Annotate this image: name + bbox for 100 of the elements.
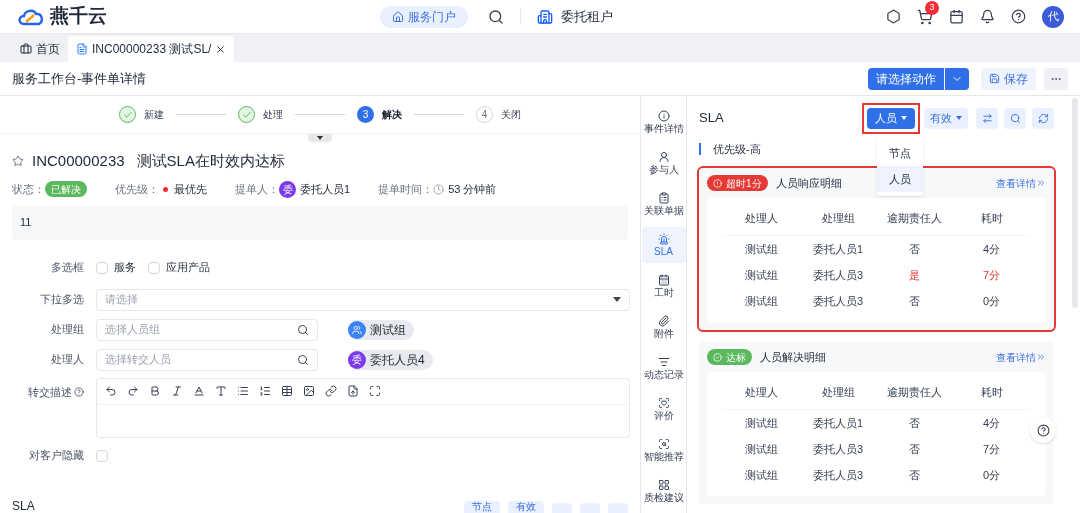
calendar-icon[interactable] — [949, 9, 964, 24]
view-details-link[interactable]: 查看详情 — [996, 349, 1046, 365]
bullet-list-icon[interactable] — [237, 385, 249, 397]
check-circle-icon — [713, 352, 722, 362]
table-cell-text: 测试组 — [743, 267, 779, 283]
side-nav-item[interactable]: 质检建议 — [641, 473, 686, 509]
checkbox[interactable] — [96, 449, 108, 462]
side-nav-item[interactable]: 智能推荐 — [641, 432, 686, 468]
building-icon — [537, 8, 553, 25]
help-icon[interactable] — [1011, 9, 1026, 24]
table-icon[interactable] — [281, 385, 293, 397]
double-chevron-icon — [1036, 352, 1046, 362]
fullscreen-icon[interactable] — [369, 385, 381, 397]
side-nav-item[interactable]: 参与人 — [641, 145, 686, 181]
priority-heading: 优先级-高 — [713, 141, 761, 157]
menu-item[interactable]: 人员 — [877, 166, 923, 192]
home-icon — [392, 10, 404, 23]
checkbox[interactable] — [148, 261, 160, 274]
action-dropdown-button[interactable] — [945, 67, 969, 90]
status-tag: 已解决 — [45, 181, 87, 197]
side-nav-item[interactable]: 评价 — [641, 391, 686, 427]
bell-icon[interactable] — [980, 9, 995, 24]
priority-label: 优先级： — [115, 181, 159, 197]
caret-icon — [956, 116, 962, 120]
side-nav-item[interactable]: 附件 — [641, 309, 686, 345]
numbered-list-icon[interactable] — [259, 385, 271, 397]
help-icon — [1036, 423, 1050, 437]
side-nav-item[interactable]: 关联单据 — [641, 186, 686, 222]
image-icon[interactable] — [303, 385, 315, 397]
filter-button[interactable]: 节点 — [464, 501, 500, 513]
step-label: 关闭 — [501, 108, 521, 122]
side-nav-item[interactable]: SLA — [641, 227, 686, 263]
table-cell-text: 委托人员1 — [812, 241, 865, 257]
text-color-icon[interactable] — [193, 385, 205, 397]
tenant-name[interactable]: 委托租户 — [561, 6, 613, 27]
highlight-icon[interactable] — [215, 385, 227, 397]
ticket-title: 测试SLA在时效内达标 — [136, 151, 285, 171]
undo-icon[interactable] — [105, 385, 117, 397]
cart-icon[interactable] — [917, 8, 933, 25]
help-icon — [74, 386, 84, 397]
table-cell-text: 测试组 — [743, 415, 779, 431]
assignee-chip: 测试组 — [348, 319, 414, 340]
menu-item[interactable]: 节点 — [877, 140, 923, 166]
hexagon-icon[interactable] — [886, 9, 901, 24]
step-label: 新建 — [144, 108, 164, 122]
ticket-id: INC00000233 — [32, 151, 125, 171]
search-icon — [297, 353, 309, 366]
action-button[interactable]: 请选择动作 — [868, 67, 944, 90]
step-indicator: 3 — [357, 106, 374, 123]
table-cell-text: 否 — [908, 441, 922, 457]
view-details-link[interactable]: 查看详情 — [996, 175, 1046, 191]
briefcase-icon — [20, 43, 32, 55]
link-icon[interactable] — [325, 385, 337, 397]
search-icon[interactable] — [488, 8, 504, 25]
italic-icon[interactable] — [171, 385, 183, 397]
search-button[interactable] — [1004, 107, 1026, 129]
star-icon[interactable] — [12, 155, 24, 168]
people-icon — [352, 324, 362, 335]
column-header: 耗时 — [979, 385, 1004, 401]
side-nav-item[interactable]: 工时 — [641, 268, 686, 304]
field-label: 处理人 — [51, 352, 84, 368]
close-icon[interactable] — [215, 43, 227, 55]
view-dropdown-button[interactable]: 人员 — [862, 102, 920, 134]
scan-heart-icon — [657, 397, 670, 409]
time-value: 53 分钟前 — [448, 181, 497, 197]
user-avatar[interactable]: 代 — [1042, 5, 1064, 28]
table-cell-text: 0分 — [982, 467, 1002, 483]
upload-icon[interactable] — [347, 385, 359, 397]
step-label: 解决 — [382, 108, 402, 122]
save-button[interactable]: 保存 — [981, 67, 1036, 90]
filter-button[interactable]: 有效 — [508, 501, 544, 513]
swap-button[interactable] — [976, 107, 998, 129]
bold-icon[interactable] — [149, 385, 161, 397]
checkbox[interactable] — [96, 261, 108, 274]
swap-icon — [981, 112, 993, 124]
sla-status-badge: 超时1分 — [707, 175, 768, 191]
status-dropdown-button[interactable]: 有效 — [924, 107, 968, 129]
refresh-button[interactable] — [1032, 107, 1054, 129]
field-label: 处理组 — [51, 322, 84, 338]
person-icon — [657, 151, 670, 163]
table-cell-text: 委托人员3 — [812, 267, 865, 283]
portal-button[interactable]: 服务门户 — [380, 5, 468, 28]
page-tab[interactable]: INC00000233 测试SL/ — [68, 36, 235, 62]
field-label: 多选框 — [51, 260, 84, 276]
side-nav-item[interactable]: 动态记录 — [641, 350, 686, 386]
description-box: 11 — [12, 205, 628, 240]
side-nav-item[interactable]: 事件详情 — [641, 104, 686, 140]
table-cell-text: 委托人员3 — [812, 441, 865, 457]
redo-icon[interactable] — [127, 385, 139, 397]
checkbox-label: 服务 — [114, 260, 136, 276]
page-title: 服务工作台-事件单详情 — [12, 69, 147, 88]
checkbox-label: 应用产品 — [166, 260, 210, 276]
table-cell-text: 7分 — [982, 267, 1002, 283]
table-cell-text: 委托人员3 — [812, 293, 865, 309]
clock-icon — [433, 183, 445, 195]
collapse-handle[interactable] — [308, 134, 332, 142]
page-tab[interactable]: 首页 — [12, 36, 68, 62]
column-header: 处理组 — [820, 211, 856, 227]
table-cell-text: 委托人员3 — [812, 467, 865, 483]
table-cell-text: 测试组 — [743, 441, 779, 457]
